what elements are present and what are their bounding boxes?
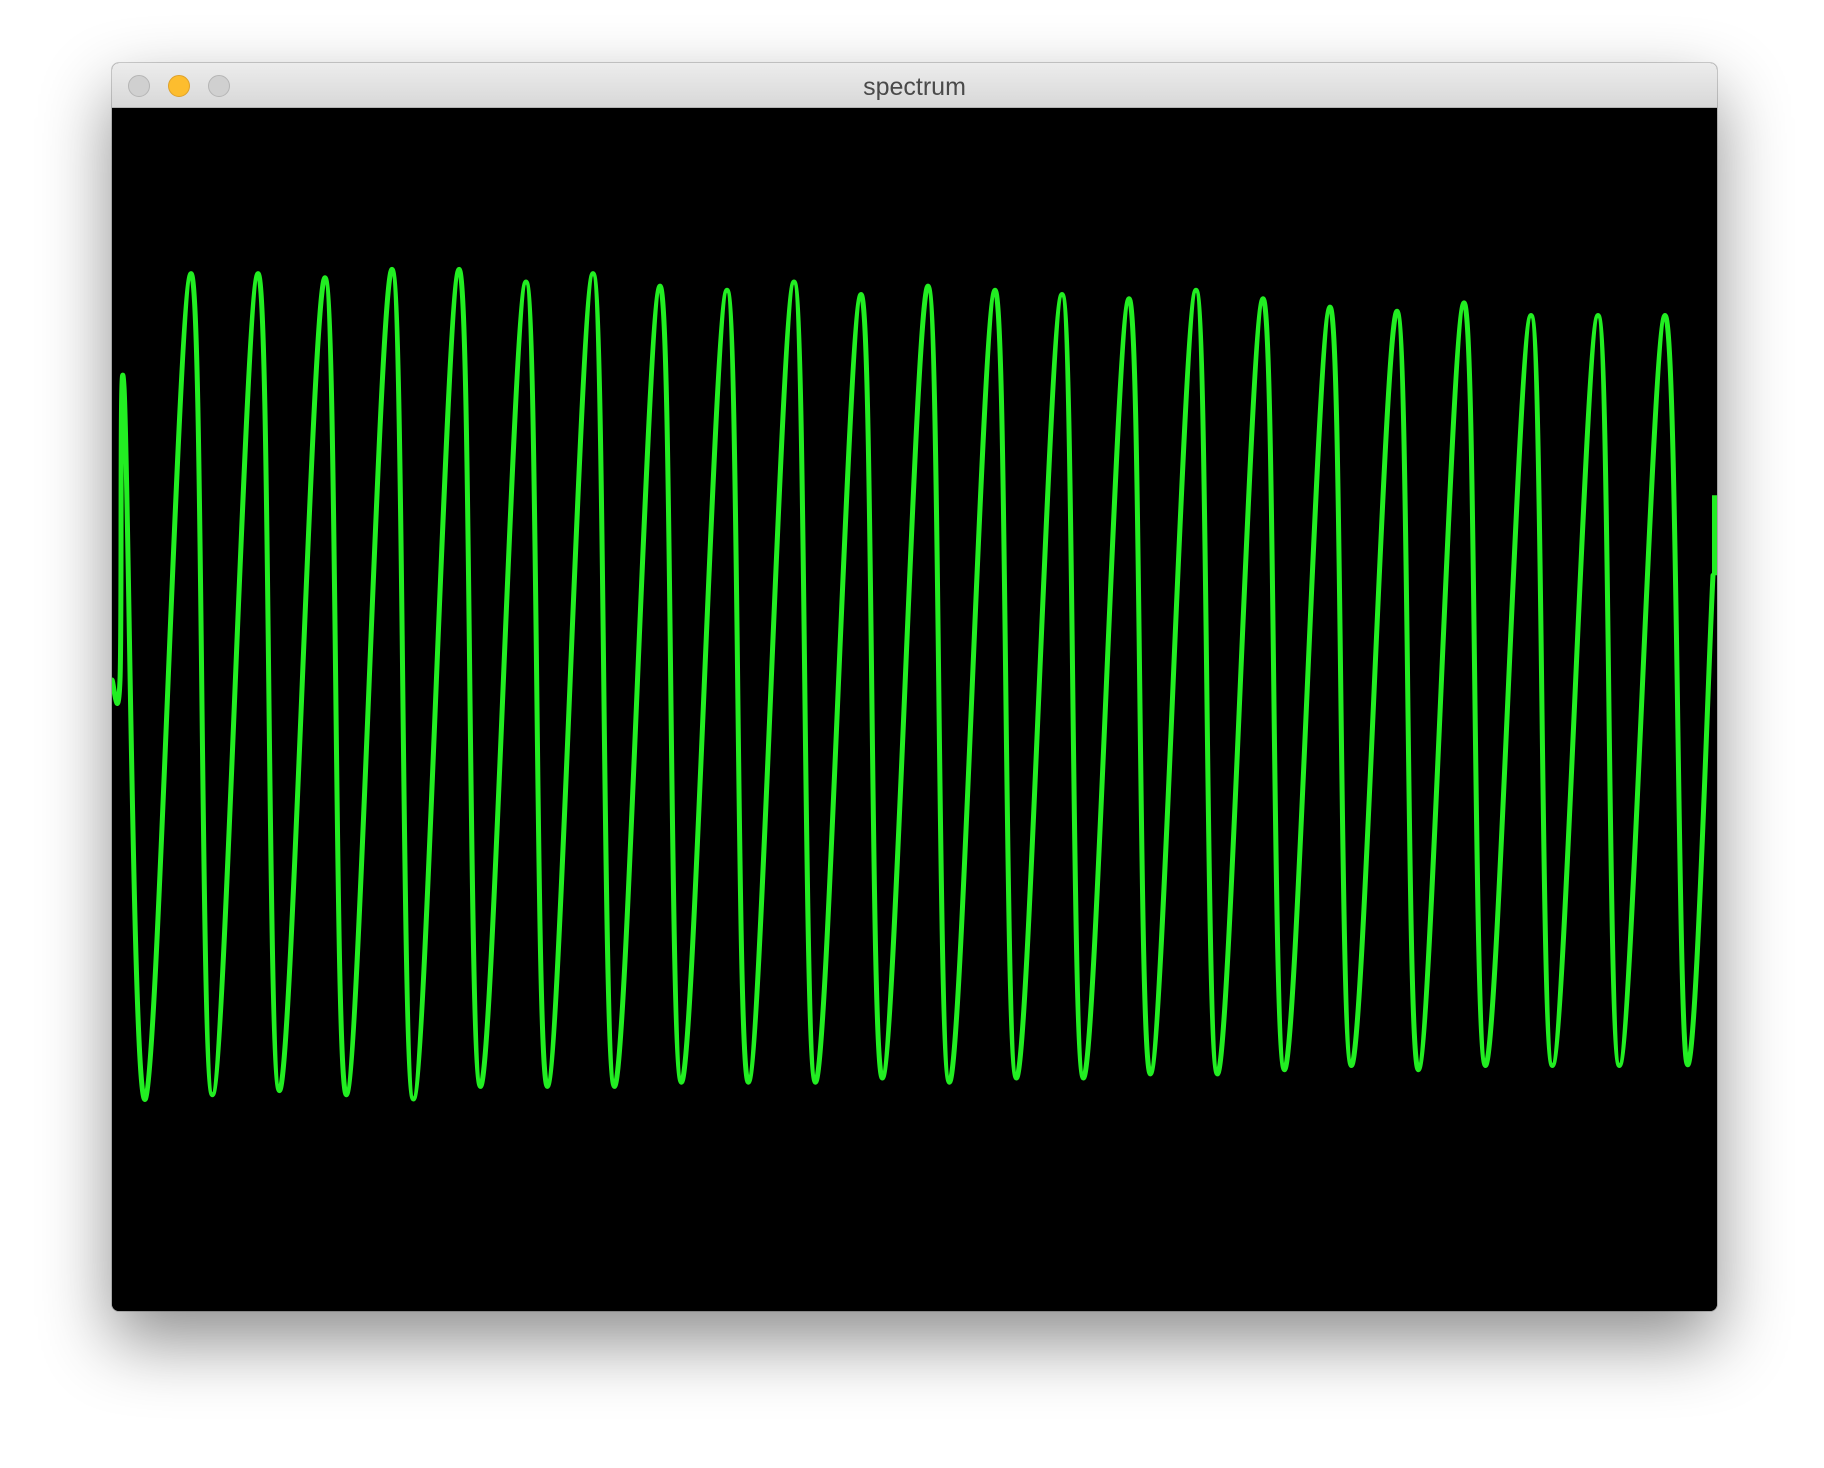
title-bar[interactable]: spectrum xyxy=(112,63,1717,108)
waveform-plot xyxy=(112,266,1717,1102)
waveform-edge-marker xyxy=(1712,495,1717,576)
app-window: spectrum xyxy=(112,63,1717,1311)
window-title: spectrum xyxy=(863,73,966,101)
waveform-canvas xyxy=(112,108,1717,1311)
waveform-line xyxy=(112,266,1716,1102)
